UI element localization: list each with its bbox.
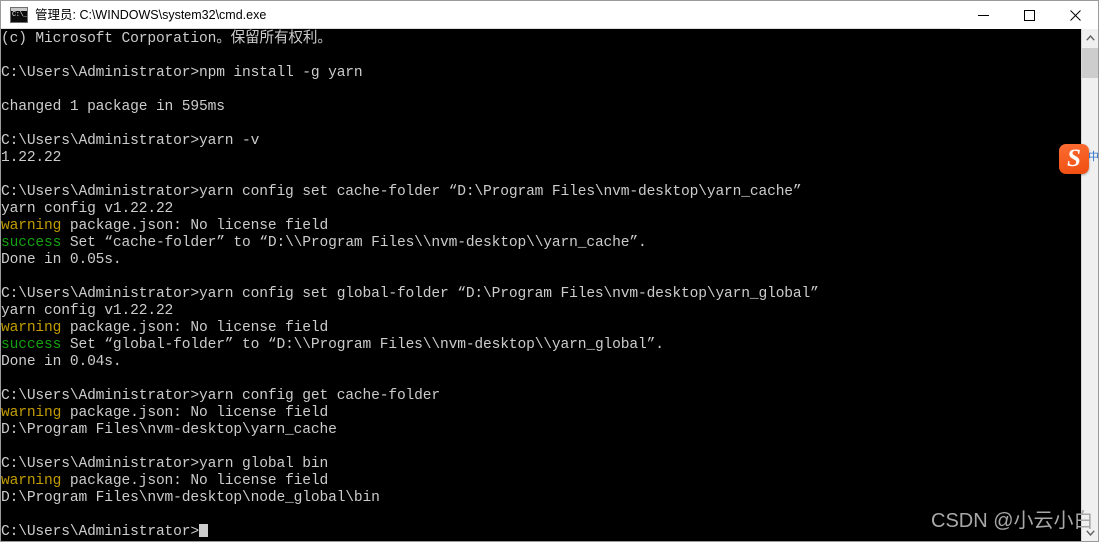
- minimize-button[interactable]: [960, 1, 1006, 29]
- console-text: Done in 0.05s.: [1, 252, 122, 268]
- warning-token: warning: [1, 218, 62, 234]
- console-text: package.json: No license field: [61, 320, 329, 336]
- console-line: yarn config v1.22.22: [1, 303, 819, 320]
- console-text: yarn config v1.22.22: [1, 201, 174, 217]
- console-line: 1.22.22: [1, 150, 819, 167]
- console-text: C:\Users\Administrator>yarn config get c…: [1, 388, 440, 404]
- console-line: C:\Users\Administrator>yarn config set c…: [1, 184, 819, 201]
- sogou-s-letter: S: [1067, 145, 1081, 172]
- window-controls: [960, 1, 1098, 29]
- console-text: Set “global-folder” to “D:\\Program File…: [61, 337, 664, 353]
- console-line: C:\Users\Administrator>yarn config set g…: [1, 286, 819, 303]
- maximize-icon: [1023, 9, 1035, 21]
- console-text: Set “cache-folder” to “D:\\Program Files…: [61, 235, 647, 251]
- scrollbar-thumb[interactable]: [1082, 48, 1098, 78]
- console-text: D:\Program Files\nvm-desktop\node_global…: [1, 490, 380, 506]
- console-line: C:\Users\Administrator>yarn global bin: [1, 456, 819, 473]
- console-line: success Set “cache-folder” to “D:\\Progr…: [1, 235, 819, 252]
- console-text: C:\Users\Administrator>yarn -v: [1, 133, 260, 149]
- success-token: success: [1, 337, 62, 353]
- console-line: C:\Users\Administrator>yarn config get c…: [1, 388, 819, 405]
- console-text: C:\Users\Administrator>npm install -g ya…: [1, 65, 363, 81]
- console-text: changed 1 package in 595ms: [1, 99, 225, 115]
- maximize-button[interactable]: [1006, 1, 1052, 29]
- warning-token: warning: [1, 405, 62, 421]
- console-line: (c) Microsoft Corporation。保留所有权利。: [1, 31, 819, 48]
- console-line: Done in 0.05s.: [1, 252, 819, 269]
- minimize-icon: [977, 14, 989, 16]
- console-text: 1.22.22: [1, 150, 62, 166]
- window-title: 管理员: C:\WINDOWS\system32\cmd.exe: [35, 7, 267, 22]
- ime-mode-label[interactable]: 中: [1088, 151, 1098, 164]
- console-text: D:\Program Files\nvm-desktop\yarn_cache: [1, 422, 337, 438]
- console-line: success Set “global-folder” to “D:\\Prog…: [1, 337, 819, 354]
- console-text: package.json: No license field: [61, 473, 329, 489]
- console-text: package.json: No license field: [61, 405, 329, 421]
- console-text: (c) Microsoft Corporation。保留所有权利。: [1, 31, 332, 47]
- warning-token: warning: [1, 473, 62, 489]
- warning-token: warning: [1, 320, 62, 336]
- close-icon: [1069, 9, 1081, 21]
- console-line: warning package.json: No license field: [1, 320, 819, 337]
- console-line: yarn config v1.22.22: [1, 201, 819, 218]
- console-line: C:\Users\Administrator>npm install -g ya…: [1, 65, 819, 82]
- close-button[interactable]: [1052, 1, 1098, 29]
- console-text: C:\Users\Administrator>yarn config set g…: [1, 286, 819, 302]
- console-line: changed 1 package in 595ms: [1, 99, 819, 116]
- vertical-scrollbar[interactable]: [1081, 29, 1098, 541]
- console-line: D:\Program Files\nvm-desktop\yarn_cache: [1, 422, 819, 439]
- console-text: package.json: No license field: [61, 218, 329, 234]
- console-lines: (c) Microsoft Corporation。保留所有权利。 C:\User…: [1, 31, 819, 541]
- cmd-icon-prompt-text: C:\_: [12, 10, 27, 19]
- console-line: C:\Users\Administrator>: [1, 524, 819, 541]
- console-line: warning package.json: No license field: [1, 218, 819, 235]
- console-line: D:\Program Files\nvm-desktop\node_global…: [1, 490, 819, 507]
- console-text: Done in 0.04s.: [1, 354, 122, 370]
- csdn-watermark: CSDN @小云小白: [931, 510, 1094, 532]
- cmd-app-icon: C:\_: [10, 6, 28, 23]
- sogou-ime-indicator[interactable]: S 中: [1059, 144, 1098, 178]
- success-token: success: [1, 235, 62, 251]
- console-line: Done in 0.04s.: [1, 354, 819, 371]
- console-line: C:\Users\Administrator>yarn -v: [1, 133, 819, 150]
- scroll-up-button[interactable]: [1082, 29, 1098, 46]
- console-line: warning package.json: No license field: [1, 473, 819, 490]
- console-text: C:\Users\Administrator>yarn config set c…: [1, 184, 802, 200]
- title-bar[interactable]: C:\_ 管理员: C:\WINDOWS\system32\cmd.exe: [1, 1, 1098, 29]
- text-cursor: [198, 524, 208, 537]
- chevron-up-icon: [1085, 34, 1095, 41]
- console-text: C:\Users\Administrator>yarn global bin: [1, 456, 329, 472]
- console-output-area[interactable]: (c) Microsoft Corporation。保留所有权利。 C:\User…: [1, 29, 1081, 541]
- cmd-window: C:\_ 管理员: C:\WINDOWS\system32\cmd.exe (c…: [0, 0, 1099, 542]
- console-line: warning package.json: No license field: [1, 405, 819, 422]
- console-text: yarn config v1.22.22: [1, 303, 174, 319]
- console-text: C:\Users\Administrator>: [1, 524, 199, 540]
- sogou-logo-icon[interactable]: S: [1059, 144, 1089, 174]
